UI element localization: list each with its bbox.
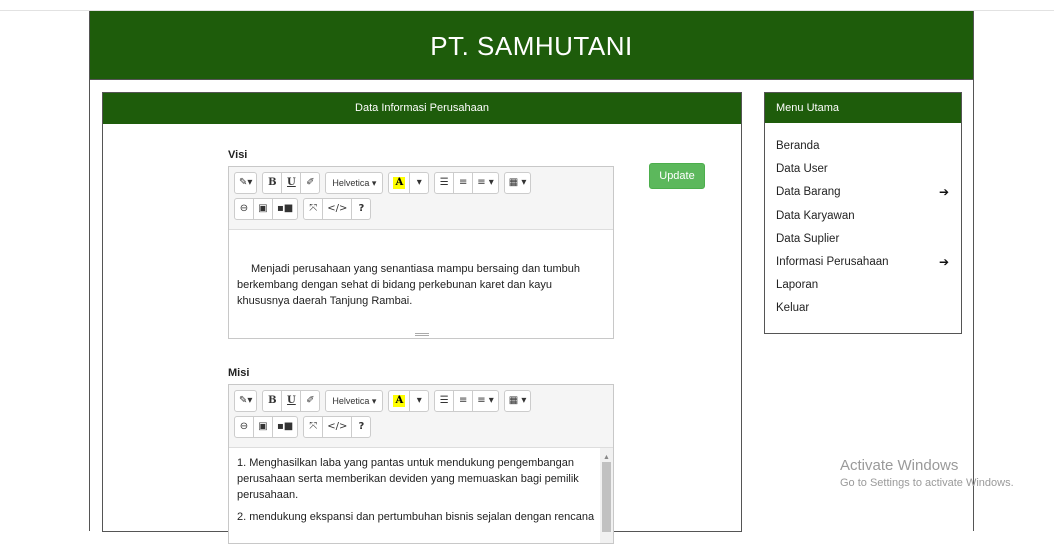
style-button[interactable]: ✎▾	[234, 172, 258, 194]
ordered-list-button[interactable]: ≡	[453, 172, 474, 194]
color-caret-button[interactable]: ▾	[409, 390, 430, 412]
page-frame: PT. SAMHUTANI Data Informasi Perusahaan …	[89, 11, 974, 544]
misi-item: 1. Menghasilkan laba yang pantas untuk m…	[237, 457, 579, 501]
update-button[interactable]: Update	[649, 163, 705, 189]
company-info-panel: Data Informasi Perusahaan Visi ✎▾ B U ✐ …	[102, 92, 742, 544]
paragraph-align-button[interactable]: ≡ ▾	[472, 390, 499, 412]
table-button[interactable]: ▦ ▾	[503, 390, 532, 412]
menu-item-data-user[interactable]: Data User	[765, 158, 961, 181]
arrow-right-icon: ➔	[938, 185, 949, 200]
video-button[interactable]: ▪■	[272, 416, 299, 438]
menu-item-data-suplier[interactable]: Data Suplier	[765, 228, 961, 251]
menu-title: Menu Utama	[765, 93, 961, 123]
scroll-thumb[interactable]	[602, 462, 611, 532]
link-button[interactable]: ⊖	[234, 198, 254, 220]
code-view-button[interactable]: </>	[322, 198, 353, 220]
video-button[interactable]: ▪■	[272, 198, 299, 220]
fullscreen-button[interactable]: ⤧	[303, 198, 324, 220]
menu-item-data-karyawan[interactable]: Data Karyawan	[765, 205, 961, 228]
panel-title: Data Informasi Perusahaan	[103, 93, 741, 124]
visi-toolbar: ✎▾ B U ✐ Helvetica ▾ A ▾ ☰ ≡ ≡ ▾ ▦ ▾ ⊖ ▣…	[229, 167, 613, 230]
header-divider	[90, 79, 973, 80]
link-button[interactable]: ⊖	[234, 416, 254, 438]
clear-format-button[interactable]: ✐	[300, 172, 321, 194]
misi-scrollbar[interactable]: ▲	[600, 448, 613, 543]
site-header: PT. SAMHUTANI	[90, 11, 973, 79]
activate-windows-subtext: Go to Settings to activate Windows.	[840, 477, 1014, 489]
menu-item-informasi-perusahaan[interactable]: Informasi Perusahaan ➔	[765, 251, 961, 274]
code-view-button[interactable]: </>	[322, 416, 353, 438]
help-button[interactable]: ?	[351, 198, 372, 220]
misi-content[interactable]: 1. Menghasilkan laba yang pantas untuk m…	[229, 448, 613, 543]
menu-item-laporan[interactable]: Laporan	[765, 274, 961, 297]
menu-item-keluar[interactable]: Keluar	[765, 297, 961, 320]
site-title: PT. SAMHUTANI	[430, 31, 633, 61]
font-family-dropdown[interactable]: Helvetica ▾	[325, 390, 384, 412]
underline-button[interactable]: U	[281, 172, 302, 194]
underline-button[interactable]: U	[281, 390, 302, 412]
picture-button[interactable]: ▣	[253, 416, 273, 438]
fullscreen-button[interactable]: ⤧	[303, 416, 324, 438]
text-color-icon: A	[393, 395, 406, 407]
text-color-button[interactable]: A	[388, 390, 411, 412]
paragraph-align-button[interactable]: ≡ ▾	[472, 172, 499, 194]
clear-format-button[interactable]: ✐	[300, 390, 321, 412]
font-family-dropdown[interactable]: Helvetica ▾	[325, 172, 384, 194]
menu-item-data-barang[interactable]: Data Barang ➔	[765, 181, 961, 204]
unordered-list-button[interactable]: ☰	[434, 172, 455, 194]
table-button[interactable]: ▦ ▾	[503, 172, 532, 194]
help-button[interactable]: ?	[351, 416, 372, 438]
menu-item-beranda[interactable]: Beranda	[765, 135, 961, 158]
arrow-right-icon: ➔	[938, 254, 949, 269]
misi-item: 2. mendukung ekspansi dan pertumbuhan bi…	[237, 511, 595, 523]
bold-button[interactable]: B	[262, 172, 283, 194]
ordered-list-button[interactable]: ≡	[453, 390, 474, 412]
unordered-list-button[interactable]: ☰	[434, 390, 455, 412]
picture-button[interactable]: ▣	[253, 198, 273, 220]
misi-label: Misi	[228, 367, 250, 379]
text-color-icon: A	[393, 177, 406, 189]
resize-handle[interactable]	[415, 333, 429, 336]
misi-editor[interactable]: ✎▾ B U ✐ Helvetica ▾ A ▾ ☰ ≡ ≡ ▾ ▦ ▾ ⊖ ▣…	[228, 384, 614, 544]
style-button[interactable]: ✎▾	[234, 390, 258, 412]
misi-toolbar: ✎▾ B U ✐ Helvetica ▾ A ▾ ☰ ≡ ≡ ▾ ▦ ▾ ⊖ ▣…	[229, 385, 613, 448]
visi-label: Visi	[228, 149, 248, 161]
main-menu: Menu Utama Beranda Data User Data Barang…	[764, 92, 962, 334]
menu-list: Beranda Data User Data Barang ➔ Data Kary…	[765, 123, 961, 321]
activate-windows-watermark: Activate Windows	[840, 457, 959, 474]
visi-content[interactable]: Menjadi perusahaan yang senantiasa mampu…	[229, 230, 613, 338]
visi-editor[interactable]: ✎▾ B U ✐ Helvetica ▾ A ▾ ☰ ≡ ≡ ▾ ▦ ▾ ⊖ ▣…	[228, 166, 614, 339]
bold-button[interactable]: B	[262, 390, 283, 412]
visi-text: Menjadi perusahaan yang senantiasa mampu…	[237, 263, 580, 307]
text-color-button[interactable]: A	[388, 172, 411, 194]
color-caret-button[interactable]: ▾	[409, 172, 430, 194]
